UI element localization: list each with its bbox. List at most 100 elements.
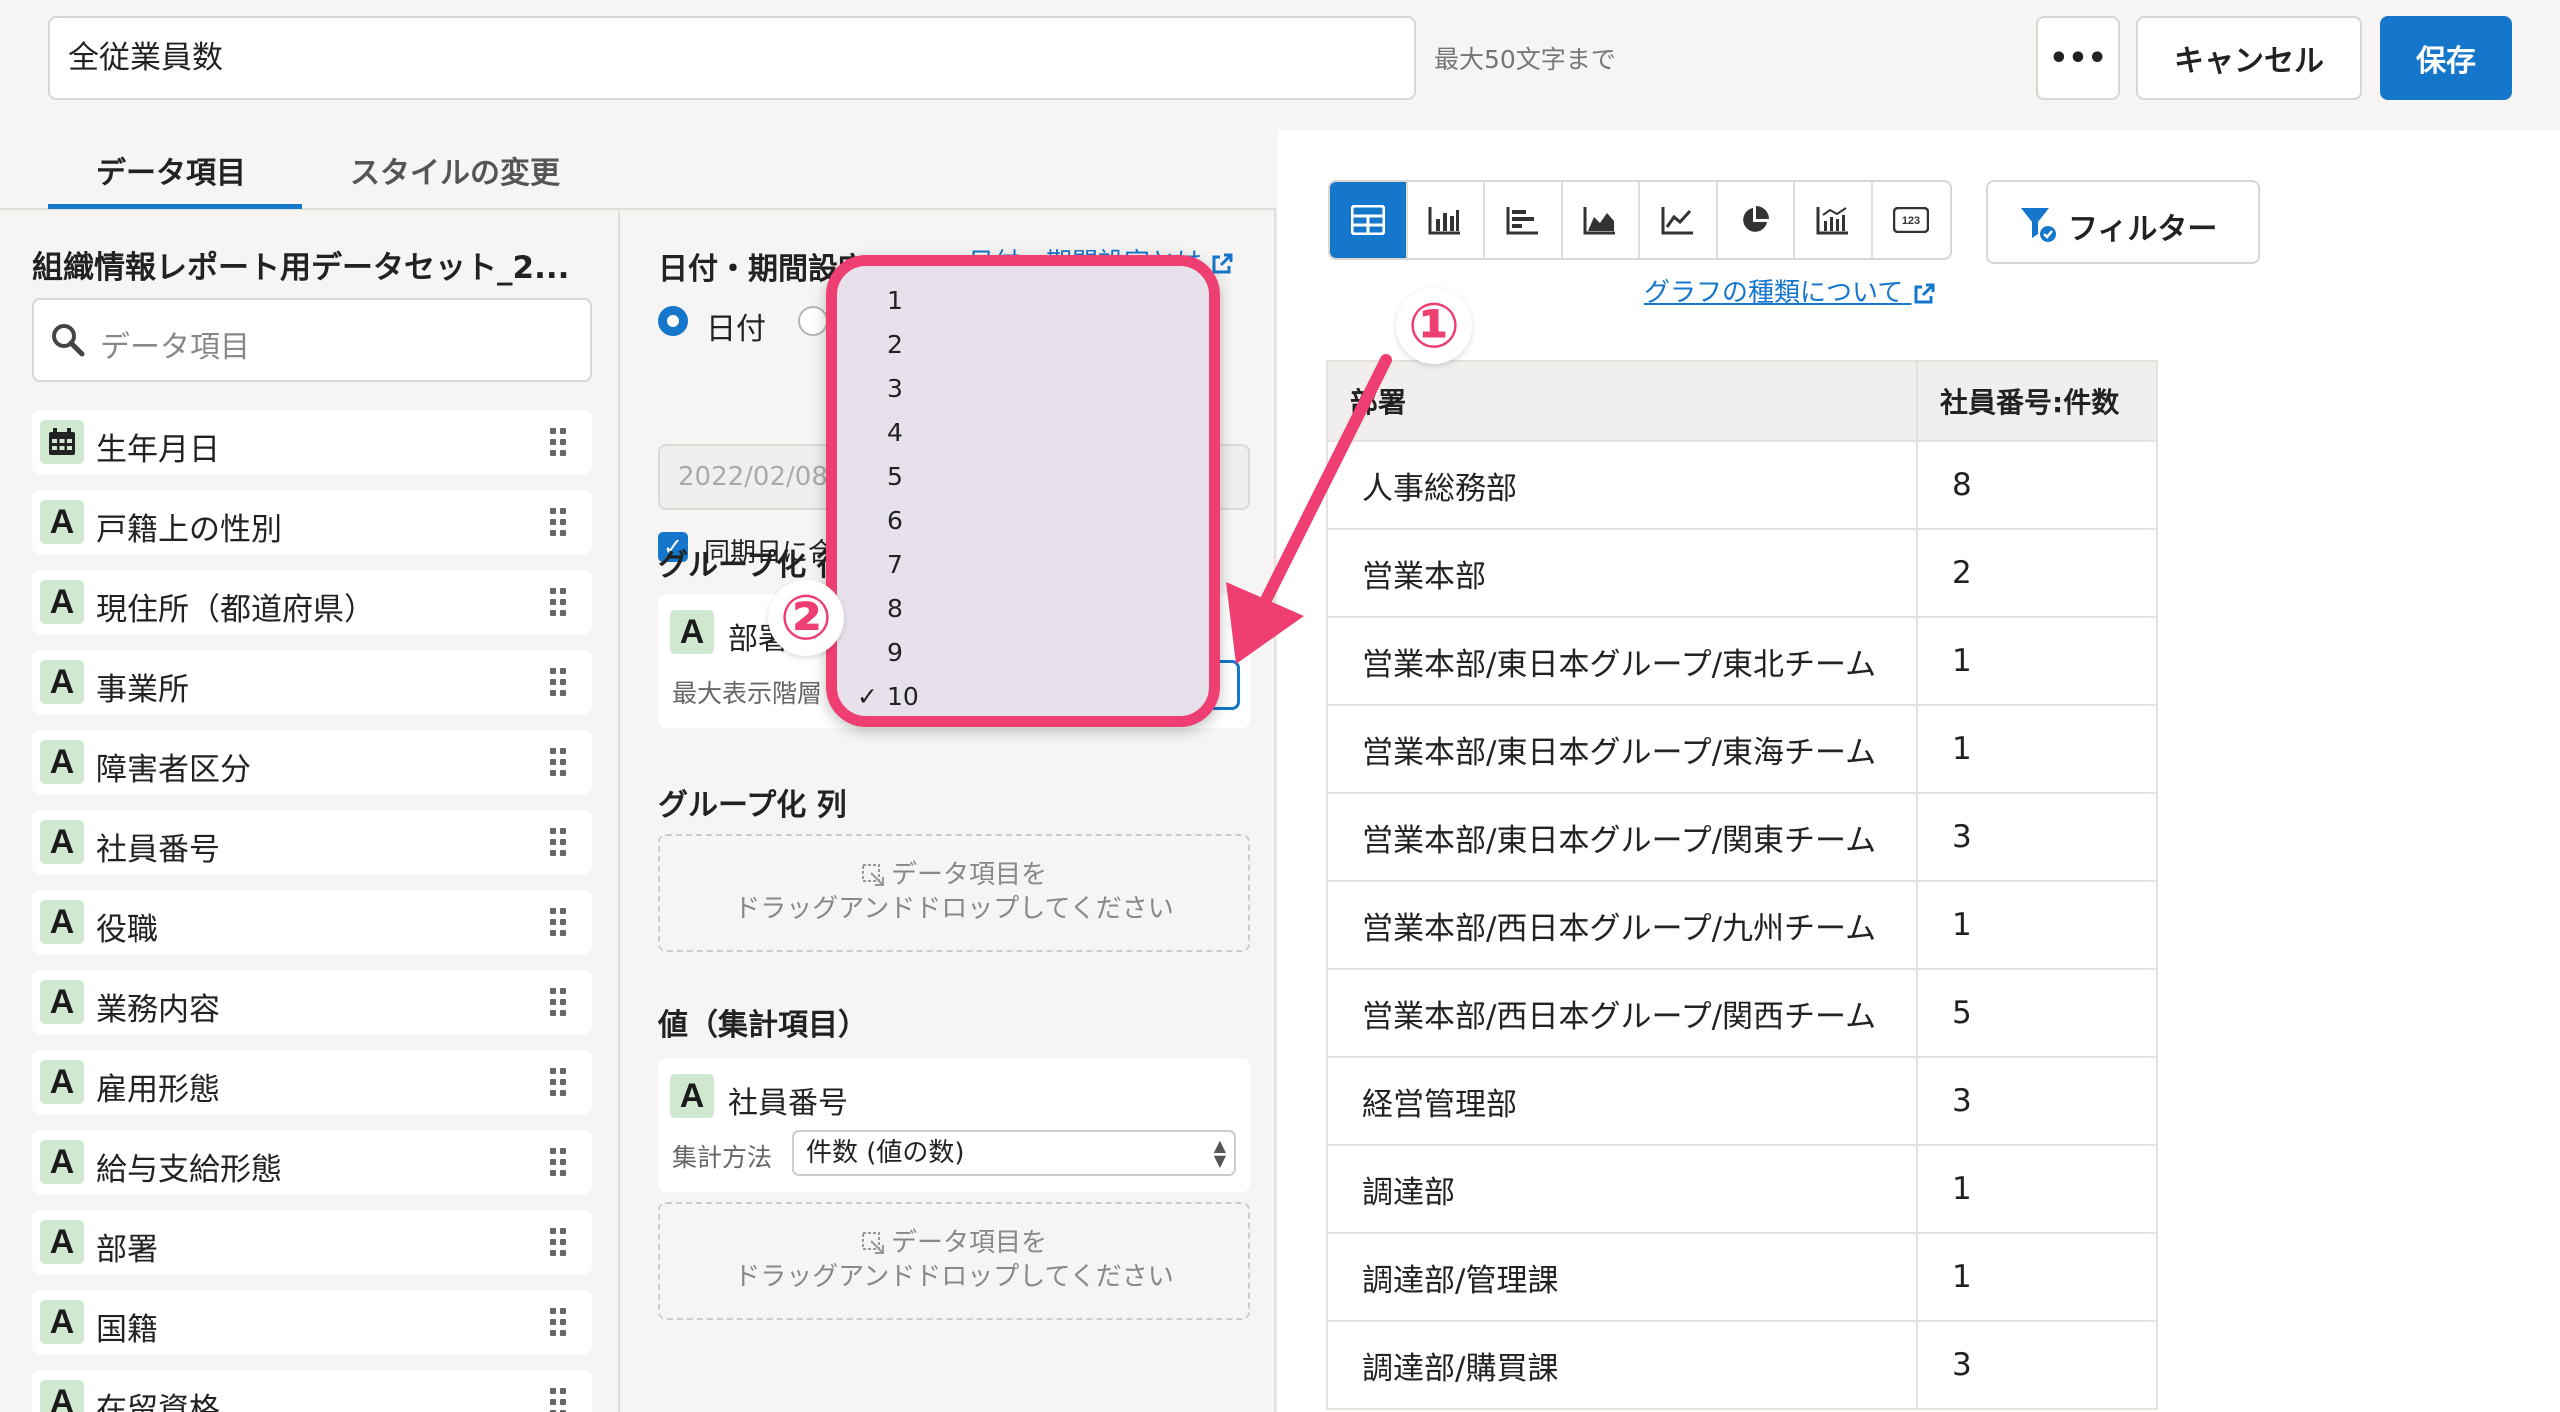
drag-handle-icon[interactable]	[550, 668, 568, 696]
max-level-label: 最大表示階層	[672, 679, 823, 708]
table-icon[interactable]	[1330, 182, 1408, 258]
drag-handle-icon[interactable]	[550, 508, 568, 536]
filter-icon	[2021, 208, 2056, 242]
count-cell: 1	[1916, 704, 2158, 794]
chart-type-help-link[interactable]: グラフの種類について	[1644, 272, 1936, 309]
text-type-icon: A	[670, 1074, 714, 1118]
drag-handle-icon[interactable]	[550, 828, 568, 856]
drag-handle-icon[interactable]	[550, 1148, 568, 1176]
data-item-row[interactable]: A 業務内容	[32, 970, 592, 1034]
group-col-dropzone[interactable]: データ項目を ドラッグアンドドロップしてください	[658, 834, 1250, 952]
data-item-label: 生年月日	[96, 432, 220, 468]
data-item-row[interactable]: A 障害者区分	[32, 730, 592, 794]
filter-button[interactable]: フィルター	[1986, 180, 2260, 264]
area-chart-icon[interactable]	[1563, 182, 1640, 258]
text-type-icon: A	[40, 1140, 84, 1184]
text-type-icon: A	[40, 740, 84, 784]
data-item-row[interactable]: A 事業所	[32, 650, 592, 714]
drag-handle-icon[interactable]	[550, 588, 568, 616]
values-card: A 社員番号 集計方法 件数 (値の数) ▲ ▼	[658, 1058, 1250, 1192]
table-row: 営業本部/東日本グループ/東海チーム 1	[1326, 704, 2158, 794]
drag-handle-icon[interactable]	[550, 908, 568, 936]
bar-chart-icon[interactable]	[1408, 182, 1485, 258]
text-type-icon: A	[40, 1300, 84, 1344]
dropdown-option[interactable]: 2	[887, 330, 903, 359]
dropdown-option[interactable]: 5	[887, 462, 903, 491]
data-item-row[interactable]: A 戸籍上の性別	[32, 490, 592, 554]
save-button[interactable]: 保存	[2380, 16, 2512, 100]
drag-handle-icon[interactable]	[550, 988, 568, 1016]
values-item-label: 社員番号	[728, 1086, 848, 1121]
department-cell: 調達部	[1326, 1144, 1918, 1234]
tab-style-change[interactable]: スタイルの変更	[350, 148, 560, 192]
dropdown-option[interactable]: 10	[887, 682, 919, 711]
data-item-label: 役職	[96, 912, 158, 948]
dropdown-option[interactable]: 7	[887, 550, 903, 579]
calendar-icon	[40, 420, 84, 464]
table-row: 調達部/購買課 3	[1326, 1320, 2158, 1410]
dataset-title: 組織情報レポート用データセット_2...	[32, 250, 570, 286]
date-radio[interactable]	[658, 306, 688, 336]
data-item-label: 業務内容	[96, 992, 220, 1028]
table-row: 調達部 1	[1326, 1144, 2158, 1234]
pie-chart-icon[interactable]	[1718, 182, 1795, 258]
number-icon[interactable]: 123	[1873, 182, 1950, 258]
tab-data-items[interactable]: データ項目	[96, 148, 246, 192]
more-options-button[interactable]: •••	[2036, 16, 2120, 100]
dropdown-option[interactable]: 3	[887, 374, 903, 403]
data-item-label: 社員番号	[96, 832, 220, 868]
line-chart-icon[interactable]	[1640, 182, 1718, 258]
text-type-icon: A	[40, 580, 84, 624]
drag-handle-icon[interactable]	[550, 748, 568, 776]
cancel-button[interactable]: キャンセル	[2136, 16, 2362, 100]
count-cell: 1	[1916, 880, 2158, 970]
drag-handle-icon[interactable]	[550, 1228, 568, 1256]
dropzone-line-1: データ項目を	[890, 1228, 1047, 1258]
data-item-row[interactable]: A 役職	[32, 890, 592, 954]
dropdown-option[interactable]: 6	[887, 506, 903, 535]
dropdown-option[interactable]: 1	[887, 286, 903, 315]
data-item-row[interactable]: A 国籍	[32, 1290, 592, 1354]
dropdown-option[interactable]: 8	[887, 594, 903, 623]
data-item-search-input[interactable]: データ項目	[32, 298, 592, 382]
data-item-row[interactable]: A 現住所（都道府県）	[32, 570, 592, 634]
drag-handle-icon[interactable]	[550, 1308, 568, 1336]
annotation-arrow	[1226, 354, 1392, 664]
table-row: 営業本部/東日本グループ/東北チーム 1	[1326, 616, 2158, 706]
chart-type-selector: 123	[1328, 180, 1952, 260]
horizontal-bar-icon[interactable]	[1485, 182, 1563, 258]
text-type-icon: A	[40, 1380, 84, 1412]
period-radio[interactable]	[798, 306, 828, 336]
data-item-row[interactable]: A 雇用形態	[32, 1050, 592, 1114]
count-cell: 3	[1916, 792, 2158, 882]
dropdown-option[interactable]: 9	[887, 638, 903, 667]
data-item-label: 部署	[96, 1232, 158, 1268]
data-item-label: 在留資格	[96, 1392, 220, 1412]
drag-handle-icon[interactable]	[550, 428, 568, 456]
text-type-icon: A	[670, 610, 714, 654]
svg-text:123: 123	[1902, 215, 1920, 227]
combo-chart-icon[interactable]	[1795, 182, 1873, 258]
aggregation-select[interactable]: 件数 (値の数) ▲ ▼	[792, 1130, 1236, 1176]
text-type-icon: A	[40, 660, 84, 704]
search-placeholder: データ項目	[100, 330, 250, 365]
drop-icon	[861, 863, 884, 886]
name-length-hint: 最大50文字まで	[1434, 45, 1616, 74]
dropdown-option[interactable]: 4	[887, 418, 903, 447]
data-item-row[interactable]: A 在留資格	[32, 1370, 592, 1412]
values-dropzone[interactable]: データ項目を ドラッグアンドドロップしてください	[658, 1202, 1250, 1320]
text-type-icon: A	[40, 900, 84, 944]
data-item-row[interactable]: A 部署	[32, 1210, 592, 1274]
data-item-row[interactable]: A 給与支給形態	[32, 1130, 592, 1194]
data-item-row[interactable]: 生年月日	[32, 410, 592, 474]
report-name-input[interactable]: 全従業員数	[48, 16, 1416, 100]
drag-handle-icon[interactable]	[550, 1068, 568, 1096]
drag-handle-icon[interactable]	[550, 1388, 568, 1412]
max-level-dropdown: 1 2 3 4 5 6 7 8 9 10 ✓	[826, 255, 1220, 727]
aggregation-label: 集計方法	[672, 1143, 773, 1172]
annotation-badge-1: ①	[1396, 288, 1472, 364]
data-item-row[interactable]: A 社員番号	[32, 810, 592, 874]
count-cell: 1	[1916, 1232, 2158, 1322]
date-radio-label: 日付	[706, 312, 766, 347]
text-type-icon: A	[40, 820, 84, 864]
